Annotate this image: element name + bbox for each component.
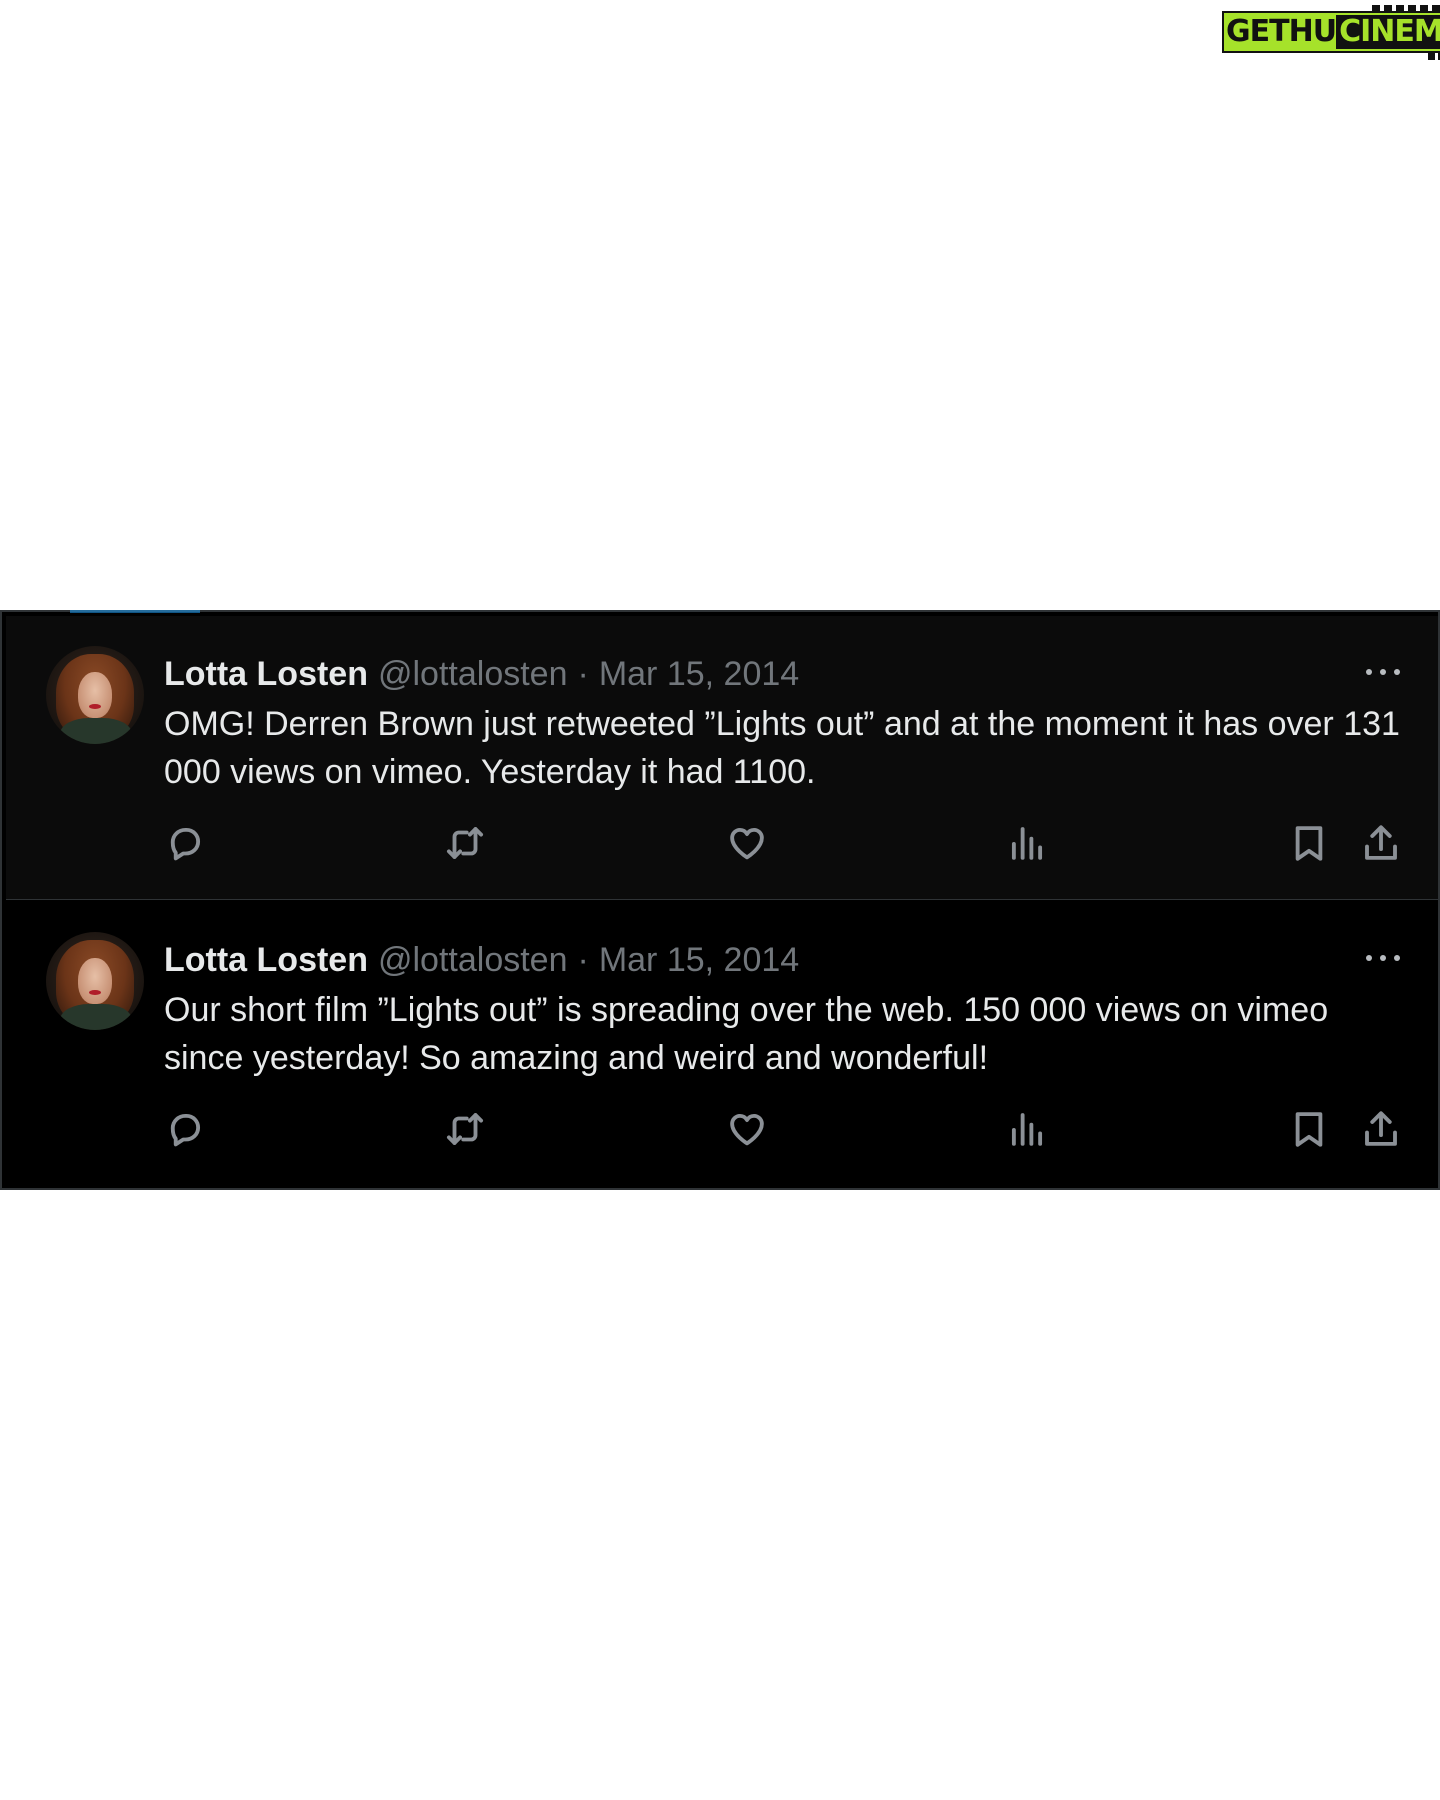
avatar[interactable]	[46, 932, 144, 1030]
tweet-header: Lotta Losten @lottalosten · Mar 15, 2014	[164, 938, 799, 982]
watermark-text-b: CINEMA	[1336, 15, 1440, 49]
tweets-panel: Lotta Losten @lottalosten · Mar 15, 2014…	[0, 610, 1440, 1190]
analytics-icon[interactable]	[1006, 1108, 1048, 1150]
tweet-actions	[164, 816, 1404, 868]
retweet-icon[interactable]	[444, 1108, 486, 1150]
watermark-badge: GETHU CINEMA	[1222, 5, 1440, 60]
tweet-actions	[164, 1102, 1404, 1154]
author-handle[interactable]: @lottalosten	[378, 938, 568, 982]
film-strip-icon	[1371, 5, 1440, 13]
separator: ·	[577, 655, 589, 693]
share-icon[interactable]	[1360, 822, 1402, 864]
avatar[interactable]	[46, 646, 144, 744]
tweet-text: Our short film ”Lights out” is spreading…	[164, 991, 1329, 1077]
tweet-text: OMG! Derren Brown just retweeted ”Lights…	[164, 705, 1400, 791]
reply-icon[interactable]	[164, 822, 206, 864]
watermark-logo: GETHU CINEMA	[1222, 5, 1440, 60]
reply-icon[interactable]	[164, 1108, 206, 1150]
retweet-icon[interactable]	[444, 822, 486, 864]
tweet-date[interactable]: Mar 15, 2014	[599, 938, 799, 982]
heart-icon[interactable]	[726, 822, 768, 864]
tweet-header: Lotta Losten @lottalosten · Mar 15, 2014	[164, 652, 799, 696]
author-handle[interactable]: @lottalosten	[378, 652, 568, 696]
tab-indicator	[70, 610, 200, 613]
more-icon[interactable]	[1366, 952, 1400, 964]
author-name[interactable]: Lotta Losten	[164, 938, 368, 982]
tweet[interactable]: Lotta Losten @lottalosten · Mar 15, 2014…	[6, 616, 1438, 900]
tweet-date[interactable]: Mar 15, 2014	[599, 652, 799, 696]
tweet[interactable]: Lotta Losten @lottalosten · Mar 15, 2014…	[6, 902, 1438, 1184]
analytics-icon[interactable]	[1006, 822, 1048, 864]
heart-icon[interactable]	[726, 1108, 768, 1150]
watermark-text-a: GETHU	[1226, 14, 1337, 49]
bookmark-icon[interactable]	[1288, 822, 1330, 864]
separator: ·	[577, 941, 589, 979]
page: GETHU CINEMA Lotta Losten @lottalosten ·…	[0, 0, 1440, 1800]
author-name[interactable]: Lotta Losten	[164, 652, 368, 696]
film-strip-icon	[1427, 53, 1440, 60]
share-icon[interactable]	[1360, 1108, 1402, 1150]
more-icon[interactable]	[1366, 666, 1400, 678]
bookmark-icon[interactable]	[1288, 1108, 1330, 1150]
